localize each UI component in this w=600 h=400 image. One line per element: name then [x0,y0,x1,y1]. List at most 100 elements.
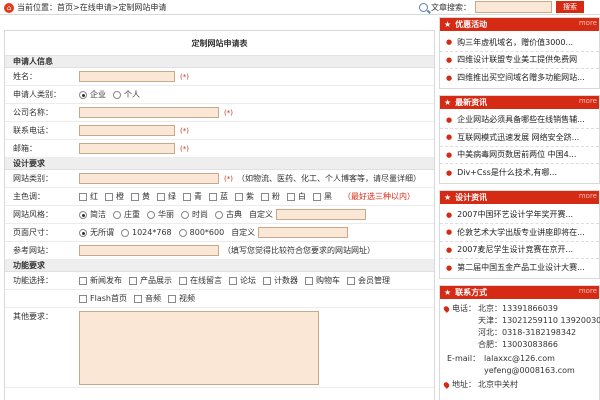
list-item[interactable]: ● 中美病毒网页数居前两位 中国4... [440,147,599,164]
checkbox[interactable] [167,294,176,303]
checkbox[interactable] [183,192,191,201]
option-label: 紫 [246,192,254,201]
function-option[interactable]: 产品展示 [129,275,172,286]
color-option[interactable]: 白 [287,191,306,202]
name-field[interactable] [79,71,175,82]
radio-company[interactable] [79,90,87,99]
function-option[interactable]: 论坛 [229,275,256,286]
more-link[interactable]: more [579,97,597,105]
color-option[interactable]: 黑 [313,191,332,202]
list-item[interactable]: ● 2007中国环艺设计学年奖开赛... [440,207,599,224]
site-type-field[interactable] [79,173,219,184]
checkbox[interactable] [157,192,165,201]
list-item[interactable]: ● Div+Css是什么技术,有哪... [440,164,599,182]
checkbox[interactable] [131,192,139,201]
other-textarea[interactable] [79,311,319,385]
checkbox[interactable] [79,276,87,285]
list-item-text: 2007麦尼学生设计竞赛在京开... [457,245,574,255]
checkbox[interactable] [105,192,113,201]
function-option[interactable]: 会员管理 [347,275,390,286]
design-news-title: 设计资讯 [455,192,488,202]
list-item[interactable]: ● 伦敦艺术大学出版专业讲座即将在... [440,224,599,242]
list-item[interactable]: ● 四维设计联盟专业美工提供免费网 [440,52,599,69]
more-link[interactable]: more [579,19,597,27]
size-custom-field[interactable] [258,227,349,238]
checkbox[interactable] [305,276,313,285]
bullet-icon: ● [446,38,453,47]
size-option[interactable]: 800*600 [178,228,224,237]
list-item[interactable]: ● 四维推出买空间域名赠多功能网站... [440,69,599,87]
search-input[interactable] [475,1,552,13]
checkbox[interactable] [229,276,237,285]
function-option[interactable]: 视频 [167,293,195,304]
size-option[interactable]: 1024*768 [121,228,172,237]
color-option[interactable]: 绿 [157,191,176,202]
checkbox[interactable] [179,276,187,285]
color-option[interactable]: 黄 [131,191,150,202]
checkbox[interactable] [235,192,243,201]
company-field[interactable] [79,107,219,118]
checkbox[interactable] [287,192,295,201]
radio-button[interactable] [215,210,223,219]
type-option-company[interactable]: 企业 [79,89,106,100]
style-option[interactable]: 华丽 [147,209,174,220]
email-2[interactable]: yefeng@0008163.com [476,365,575,377]
style-option[interactable]: 简洁 [79,209,106,220]
function-option[interactable]: 计数器 [263,275,298,286]
phone-field[interactable] [79,125,175,136]
radio-button[interactable] [79,228,87,237]
more-link[interactable]: more [579,287,597,295]
style-option[interactable]: 庄重 [113,209,140,220]
color-option[interactable]: 青 [183,191,202,202]
list-item[interactable]: ● 购三年虚机域名，赠价值3000... [440,34,599,52]
bullet-icon: ● [446,150,453,159]
bullet-icon: ● [446,263,453,272]
type-option-personal[interactable]: 个人 [113,89,140,100]
radio-button[interactable] [178,228,187,237]
checkbox[interactable] [209,192,217,201]
checkbox[interactable] [347,276,355,285]
color-option[interactable]: 橙 [105,191,124,202]
list-item-text: 企业网站必须具备哪些在线销售辅... [457,115,585,125]
type-label: 申请人类别： [13,90,61,99]
style-option[interactable]: 古典 [215,209,242,220]
color-option[interactable]: 紫 [235,191,254,202]
checkbox[interactable] [133,294,142,303]
search-button[interactable]: 搜索 [556,1,584,13]
checkbox[interactable] [263,276,271,285]
radio-button[interactable] [121,228,129,237]
more-link[interactable]: more [579,192,597,200]
function-option[interactable]: 新闻发布 [79,275,122,286]
list-item[interactable]: ● 互联网模式迅速发展 网络安全跻... [440,129,599,147]
style-option[interactable]: 时尚 [181,209,208,220]
radio-button[interactable] [147,210,155,219]
checkbox[interactable] [79,192,87,201]
function-option[interactable]: Flash首页 [79,293,127,304]
function-option[interactable]: 音频 [133,293,161,304]
option-label: 蓝 [220,192,228,201]
checkbox[interactable] [79,294,87,303]
color-option[interactable]: 红 [79,191,98,202]
email-label: 邮箱： [13,144,37,153]
radio-button[interactable] [113,210,121,219]
radio-personal[interactable] [113,90,121,99]
list-item[interactable]: ● 第二届中国五金产品工业设计大赛... [440,259,599,277]
reference-field[interactable] [79,245,219,256]
radio-button[interactable] [181,210,189,219]
size-option[interactable]: 无所谓 [79,227,114,238]
checkbox[interactable] [313,192,321,201]
function-option[interactable]: 在线留言 [179,275,222,286]
checkbox[interactable] [129,276,137,285]
function-option[interactable]: 购物车 [305,275,340,286]
email-field[interactable] [79,143,175,154]
radio-button[interactable] [79,210,87,219]
phone-hebei: 河北：0318-3182198342 [478,327,577,337]
color-option[interactable]: 粉 [261,191,280,202]
style-custom-field[interactable] [276,209,366,220]
checkbox[interactable] [261,192,269,201]
list-item[interactable]: ● 企业网站必须具备哪些在线销售辅... [440,112,599,129]
list-item[interactable]: ● 2007麦尼学生设计竞赛在京开... [440,242,599,259]
color-option[interactable]: 蓝 [209,191,228,202]
email-1[interactable]: lalaxxc@126.com [476,353,555,365]
reference-hint: （填写您觉得比较符合您要求的网站网址） [223,246,375,255]
